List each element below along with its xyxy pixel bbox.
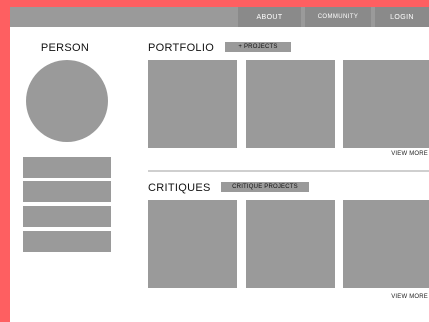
person-label: PERSON <box>40 42 90 54</box>
critique-thumbnail-2[interactable] <box>246 200 335 288</box>
sidebar-item-4[interactable] <box>23 231 111 252</box>
nav-login-button[interactable]: LOGIN <box>375 7 429 27</box>
nav-about-button[interactable]: ABOUT <box>238 7 301 27</box>
critique-projects-button[interactable]: CRITIQUE PROJECTS <box>221 182 309 192</box>
critique-thumbnail-3[interactable] <box>343 200 429 288</box>
portfolio-thumbnail-2[interactable] <box>246 60 335 148</box>
sidebar-item-3[interactable] <box>23 206 111 227</box>
top-nav-bar: ABOUT COMMUNITY LOGIN <box>10 7 429 27</box>
critiques-view-more-link[interactable]: VIEW MORE <box>391 294 428 300</box>
critiques-title: CRITIQUES <box>148 182 211 194</box>
wireframe-page: ABOUT COMMUNITY LOGIN PERSON PORTFOLIO +… <box>10 7 429 322</box>
section-divider <box>148 170 429 172</box>
portfolio-view-more-link[interactable]: VIEW MORE <box>391 151 428 157</box>
add-projects-button[interactable]: + PROJECTS <box>225 42 291 52</box>
portfolio-thumbnail-1[interactable] <box>148 60 237 148</box>
portfolio-title: PORTFOLIO <box>148 42 215 54</box>
sidebar-item-1[interactable] <box>23 157 111 178</box>
nav-community-button[interactable]: COMMUNITY <box>305 7 371 27</box>
portfolio-thumbnail-3[interactable] <box>343 60 429 148</box>
avatar <box>26 60 108 142</box>
sidebar-item-2[interactable] <box>23 181 111 202</box>
critique-thumbnail-1[interactable] <box>148 200 237 288</box>
